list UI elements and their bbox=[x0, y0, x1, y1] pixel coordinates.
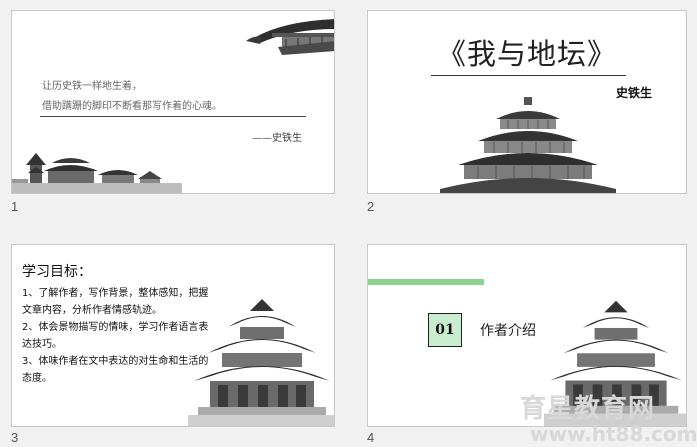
slide1-signature: ——史铁生 bbox=[252, 133, 302, 144]
slide-thumbnail-1[interactable]: 让历史铁一样地生着， 借助蹒跚的脚印不断看那写作着的心魂。 ——史铁生 bbox=[11, 10, 335, 194]
accent-bar bbox=[368, 279, 484, 285]
slide-thumbnail-3[interactable]: 学习目标： 1、了解作者，写作背景，整体感知，把握文章内容，分析作者情感轨迹。 … bbox=[11, 244, 335, 427]
watermark-url: www.ht88.com bbox=[530, 422, 697, 446]
section-number-box: 01 bbox=[428, 313, 462, 347]
section-label: 作者介绍 bbox=[480, 323, 536, 339]
roof-corner-image bbox=[246, 19, 334, 55]
slide-number-2: 2 bbox=[367, 199, 375, 214]
slide-number-1: 1 bbox=[11, 199, 19, 214]
slide1-divider bbox=[40, 116, 306, 117]
slide2-author: 史铁生 bbox=[616, 86, 653, 100]
slide-thumbnail-2[interactable]: 《我与地坛》 史铁生 bbox=[367, 10, 687, 194]
watermark-logo-text: 育星教育网 bbox=[520, 394, 656, 424]
slide2-divider bbox=[431, 75, 626, 76]
slide1-text-line-2: 借助蹒跚的脚印不断看那写作着的心魂。 bbox=[42, 101, 222, 112]
slide-number-4: 4 bbox=[367, 430, 375, 445]
slide-number-3: 3 bbox=[11, 430, 19, 445]
ancient-buildings-image bbox=[12, 153, 182, 193]
slide2-title: 《我与地坛》 bbox=[436, 37, 617, 71]
slide1-text-line-1: 让历史铁一样地生着， bbox=[42, 81, 142, 92]
temple-of-heaven-image bbox=[440, 97, 616, 193]
slide3-heading: 学习目标： bbox=[22, 264, 92, 280]
corner-tower-image bbox=[188, 299, 334, 426]
